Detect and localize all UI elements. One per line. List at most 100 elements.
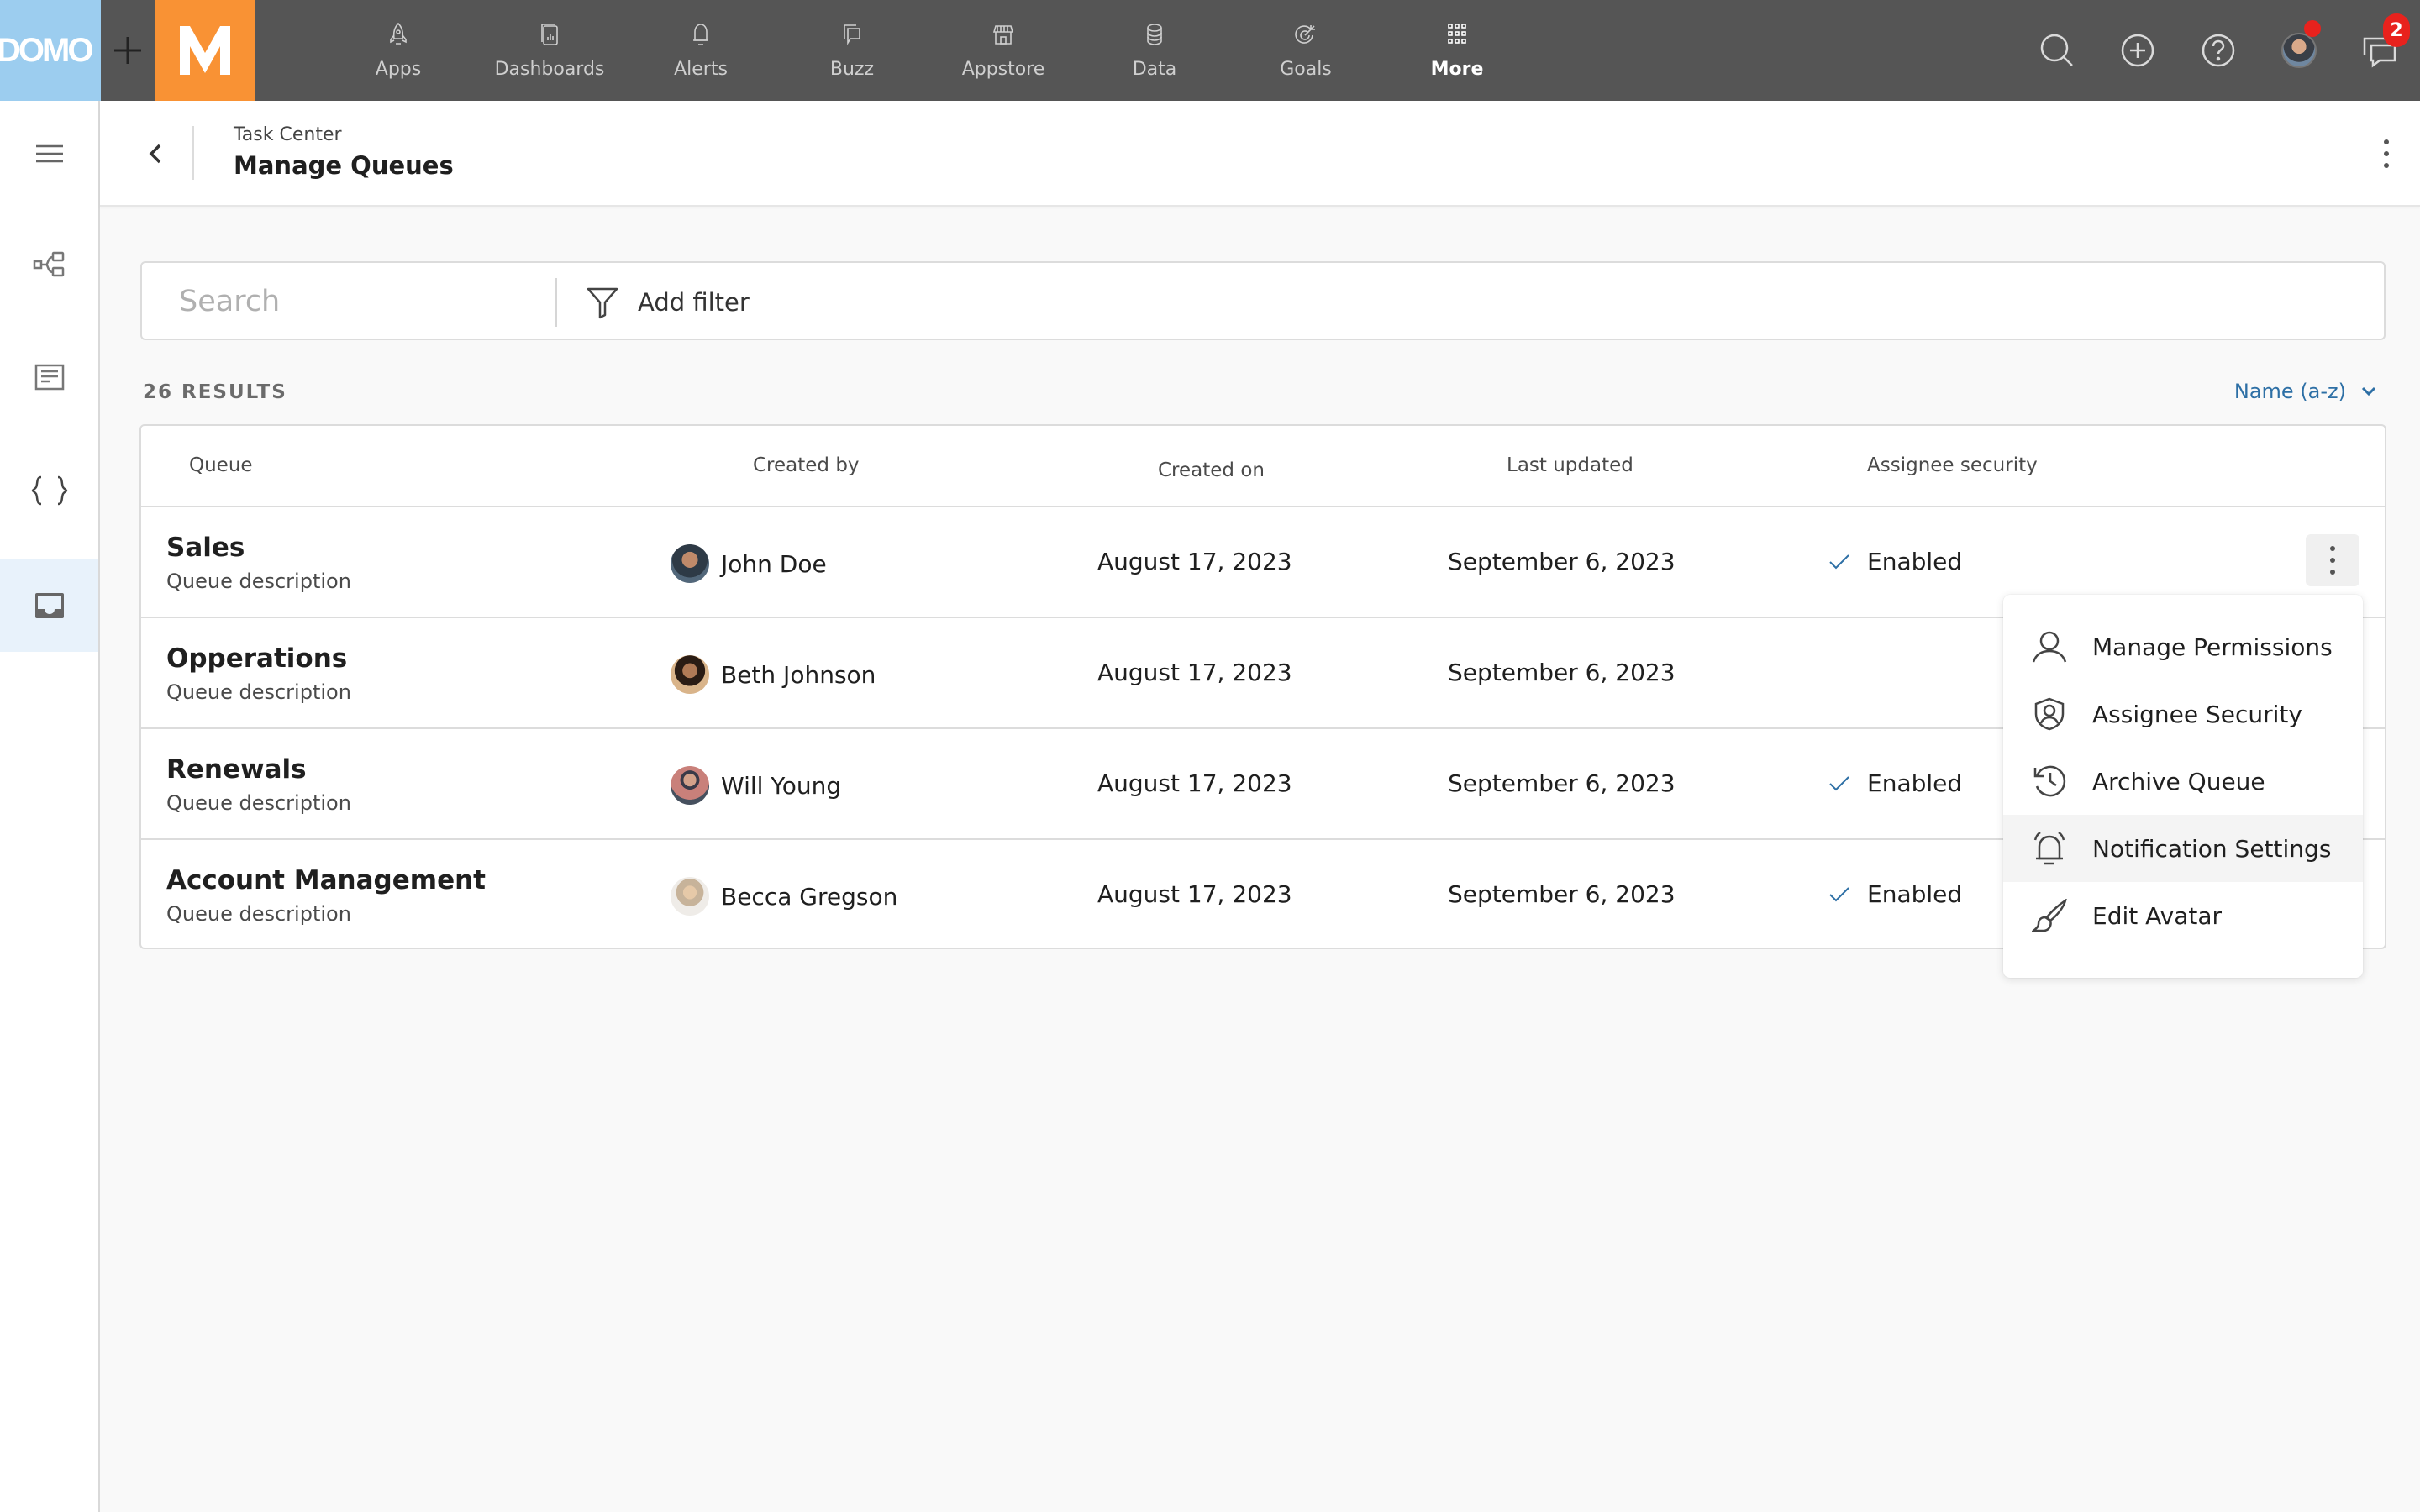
hamburger-menu-icon <box>35 144 63 163</box>
brand-logo[interactable] <box>155 0 255 101</box>
column-header-queue[interactable]: Queue <box>189 454 253 476</box>
chevron-down-icon <box>2361 386 2376 396</box>
last-updated: September 6, 2023 <box>1448 880 1676 908</box>
row-options-button[interactable] <box>2306 534 2360 586</box>
created-by: Will Young <box>671 766 841 805</box>
add-circle-icon <box>2121 34 2154 67</box>
sidebar-item-inbox[interactable] <box>0 559 98 652</box>
menu-item-label: Edit Avatar <box>2092 901 2223 930</box>
brand-m-icon <box>180 26 230 75</box>
search-input[interactable] <box>179 278 549 325</box>
column-header-created-by[interactable]: Created by <box>753 454 860 476</box>
check-icon <box>1829 554 1849 569</box>
menu-item-archive-queue[interactable]: Archive Queue <box>2003 748 2363 815</box>
menu-item-notification-settings[interactable]: Notification Settings <box>2003 815 2363 882</box>
column-header-created-on[interactable]: Created on <box>1158 459 1265 481</box>
assignee-security-status: Enabled <box>1828 548 1962 575</box>
queue-name[interactable]: Account Management <box>166 865 486 895</box>
nav-label: Goals <box>1280 59 1332 80</box>
search-filter-bar: Add filter <box>140 261 2386 340</box>
nav-label: Alerts <box>674 59 728 80</box>
sidebar-item-workflows[interactable] <box>0 218 98 311</box>
kebab-dot <box>2384 151 2389 156</box>
code-braces-icon <box>31 475 67 506</box>
check-icon <box>1829 886 1849 901</box>
assignee-security-status: Enabled <box>1828 880 1962 908</box>
nav-label: Buzz <box>829 59 875 80</box>
sidebar-item-code[interactable] <box>0 444 98 537</box>
back-button[interactable] <box>139 134 172 173</box>
creator-name: Beth Johnson <box>721 660 876 689</box>
menu-item-label: Assignee Security <box>2092 700 2302 728</box>
dashboard-icon <box>537 22 562 47</box>
queue-description: Queue description <box>166 680 351 704</box>
document-icon <box>34 364 64 391</box>
nav-apps[interactable]: Apps <box>323 0 474 101</box>
queue-description: Queue description <box>166 791 351 815</box>
page-options-button[interactable] <box>2370 133 2403 175</box>
page-header: Task Center Manage Queues <box>100 101 2420 207</box>
queue-name[interactable]: Sales <box>166 533 245 563</box>
top-navigation-bar: DOMO Apps Dashboards Alerts Buzz Appstor… <box>0 0 2420 101</box>
nav-buzz[interactable]: Buzz <box>776 0 928 101</box>
nav-appstore[interactable]: Appstore <box>928 0 1079 101</box>
kebab-dot <box>2330 570 2335 575</box>
sidebar-item-documents[interactable] <box>0 331 98 423</box>
created-on: August 17, 2023 <box>1097 880 1292 908</box>
queue-description: Queue description <box>166 570 351 593</box>
security-label: Enabled <box>1867 769 1963 797</box>
messages-badge: 2 <box>2383 13 2410 47</box>
assignee-security-status: Enabled <box>1828 769 1962 797</box>
nav-label: More <box>1430 59 1484 80</box>
creator-name: John Doe <box>721 549 827 578</box>
queue-name[interactable]: Renewals <box>166 754 307 785</box>
kebab-dot <box>2384 163 2389 168</box>
plus-separator-icon <box>101 0 155 101</box>
messages-button[interactable]: 2 <box>2339 0 2420 101</box>
rocket-icon <box>386 22 411 47</box>
kebab-dot <box>2384 139 2389 144</box>
breadcrumb[interactable]: Task Center <box>234 124 342 145</box>
nav-more[interactable]: More <box>1381 0 1533 101</box>
creator-name: Becca Gregson <box>721 882 898 911</box>
created-on: August 17, 2023 <box>1097 769 1292 797</box>
bell-icon <box>688 22 713 47</box>
nav-dashboards[interactable]: Dashboards <box>474 0 625 101</box>
user-icon <box>2032 629 2067 664</box>
help-button[interactable] <box>2178 0 2259 101</box>
profile-button[interactable] <box>2259 0 2339 101</box>
sort-label: Name (a-z) <box>2233 380 2346 403</box>
security-label: Enabled <box>1867 548 1963 575</box>
nav-alerts[interactable]: Alerts <box>625 0 776 101</box>
creator-name: Will Young <box>721 771 842 800</box>
paintbrush-icon <box>2032 898 2067 933</box>
menu-item-manage-permissions[interactable]: Manage Permissions <box>2003 613 2363 680</box>
results-count: 26 RESULTS <box>143 381 287 403</box>
column-header-last-updated[interactable]: Last updated <box>1507 454 1634 476</box>
nav-label: Apps <box>375 59 422 80</box>
nav-data[interactable]: Data <box>1079 0 1230 101</box>
nav-label: Dashboards <box>494 59 605 80</box>
queue-name[interactable]: Opperations <box>166 643 347 674</box>
store-icon <box>991 22 1016 47</box>
menu-item-assignee-security[interactable]: Assignee Security <box>2003 680 2363 748</box>
menu-item-label: Manage Permissions <box>2092 633 2333 661</box>
search-button[interactable] <box>2017 0 2097 101</box>
column-header-assignee-security[interactable]: Assignee security <box>1867 454 2038 476</box>
domo-logo[interactable]: DOMO <box>0 0 101 101</box>
add-button[interactable] <box>2097 0 2178 101</box>
nav-goals[interactable]: Goals <box>1230 0 1381 101</box>
menu-item-edit-avatar[interactable]: Edit Avatar <box>2003 882 2363 949</box>
chevron-left-icon <box>149 144 161 164</box>
queue-description: Queue description <box>166 902 351 926</box>
chat-bubbles-icon <box>839 22 865 47</box>
sidebar-menu-toggle[interactable] <box>0 108 98 200</box>
nav-label: Appstore <box>961 59 1045 80</box>
sort-dropdown[interactable]: Name (a-z) <box>2234 380 2376 403</box>
page-title: Manage Queues <box>234 151 454 180</box>
filter-icon <box>587 287 618 319</box>
left-sidebar <box>0 101 100 1512</box>
help-icon <box>2202 34 2235 67</box>
search-divider <box>555 278 557 327</box>
add-filter-button[interactable]: Add filter <box>586 280 750 325</box>
